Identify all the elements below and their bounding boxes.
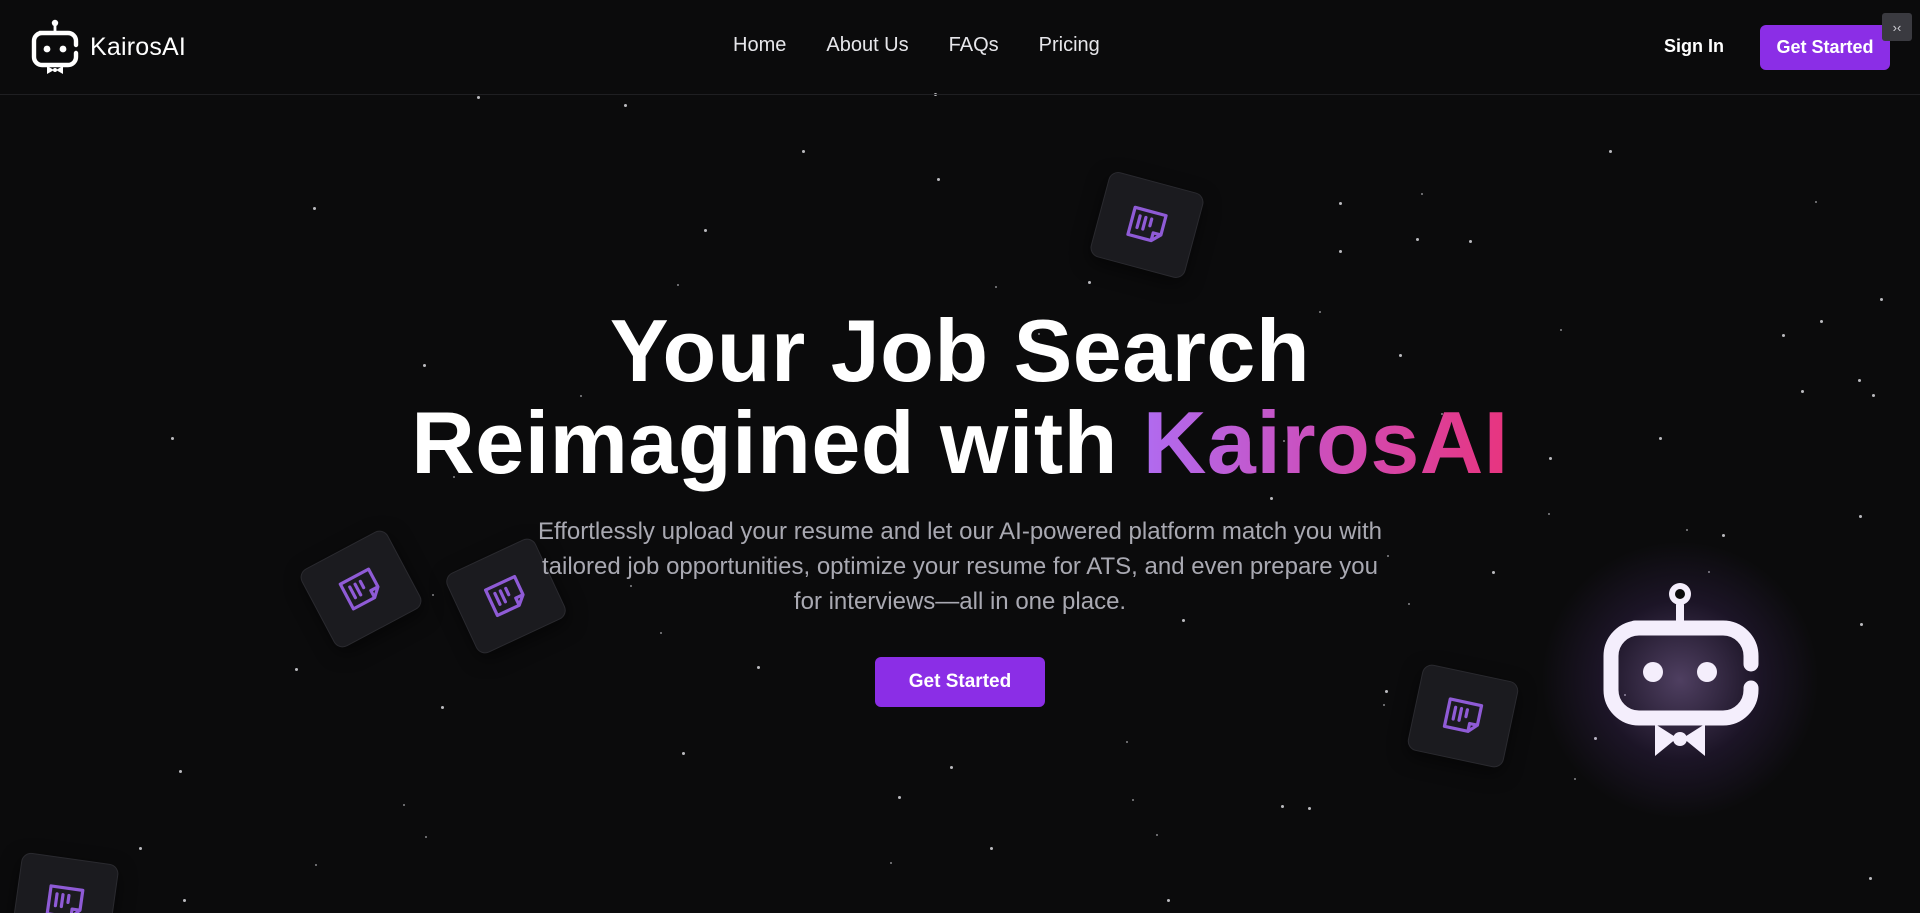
floating-card xyxy=(297,527,425,651)
hero-title-line1: Your Job Search xyxy=(609,301,1311,400)
header-get-started-button[interactable]: Get Started xyxy=(1760,25,1890,70)
landing-page: KairosAI Home About Us FAQs Pricing Sign… xyxy=(0,0,1920,913)
resume-document-icon xyxy=(483,574,525,618)
nav-item-home[interactable]: Home xyxy=(733,34,786,57)
main-nav: Home About Us FAQs Pricing xyxy=(733,34,1100,57)
hero-title-line2: Reimagined with xyxy=(411,393,1143,492)
robot-icon xyxy=(31,19,79,74)
collapse-icon[interactable]: ›‹ xyxy=(1882,13,1912,41)
resume-document-icon xyxy=(45,884,85,913)
resume-document-icon xyxy=(338,567,380,611)
nav-item-pricing[interactable]: Pricing xyxy=(1039,34,1100,57)
floating-card xyxy=(1405,662,1521,770)
floating-card xyxy=(1088,169,1206,281)
resume-document-icon xyxy=(1126,205,1168,243)
hero-title-accent: KairosAI xyxy=(1142,393,1509,492)
sign-in-link[interactable]: Sign In xyxy=(1664,36,1724,57)
nav-item-faqs[interactable]: FAQs xyxy=(949,34,999,57)
floating-card xyxy=(10,851,120,913)
site-header: KairosAI Home About Us FAQs Pricing Sign… xyxy=(0,0,1920,95)
brand[interactable]: KairosAI xyxy=(30,19,186,75)
robot-mascot-icon xyxy=(1603,583,1759,756)
hero-title: Your Job Search Reimagined with KairosAI xyxy=(0,305,1920,489)
hero-subtitle: Effortlessly upload your resume and let … xyxy=(538,518,1382,615)
brand-name: KairosAI xyxy=(90,32,187,61)
hero-get-started-button[interactable]: Get Started xyxy=(875,657,1045,707)
resume-document-icon xyxy=(1442,697,1484,733)
nav-item-about-us[interactable]: About Us xyxy=(826,34,908,57)
